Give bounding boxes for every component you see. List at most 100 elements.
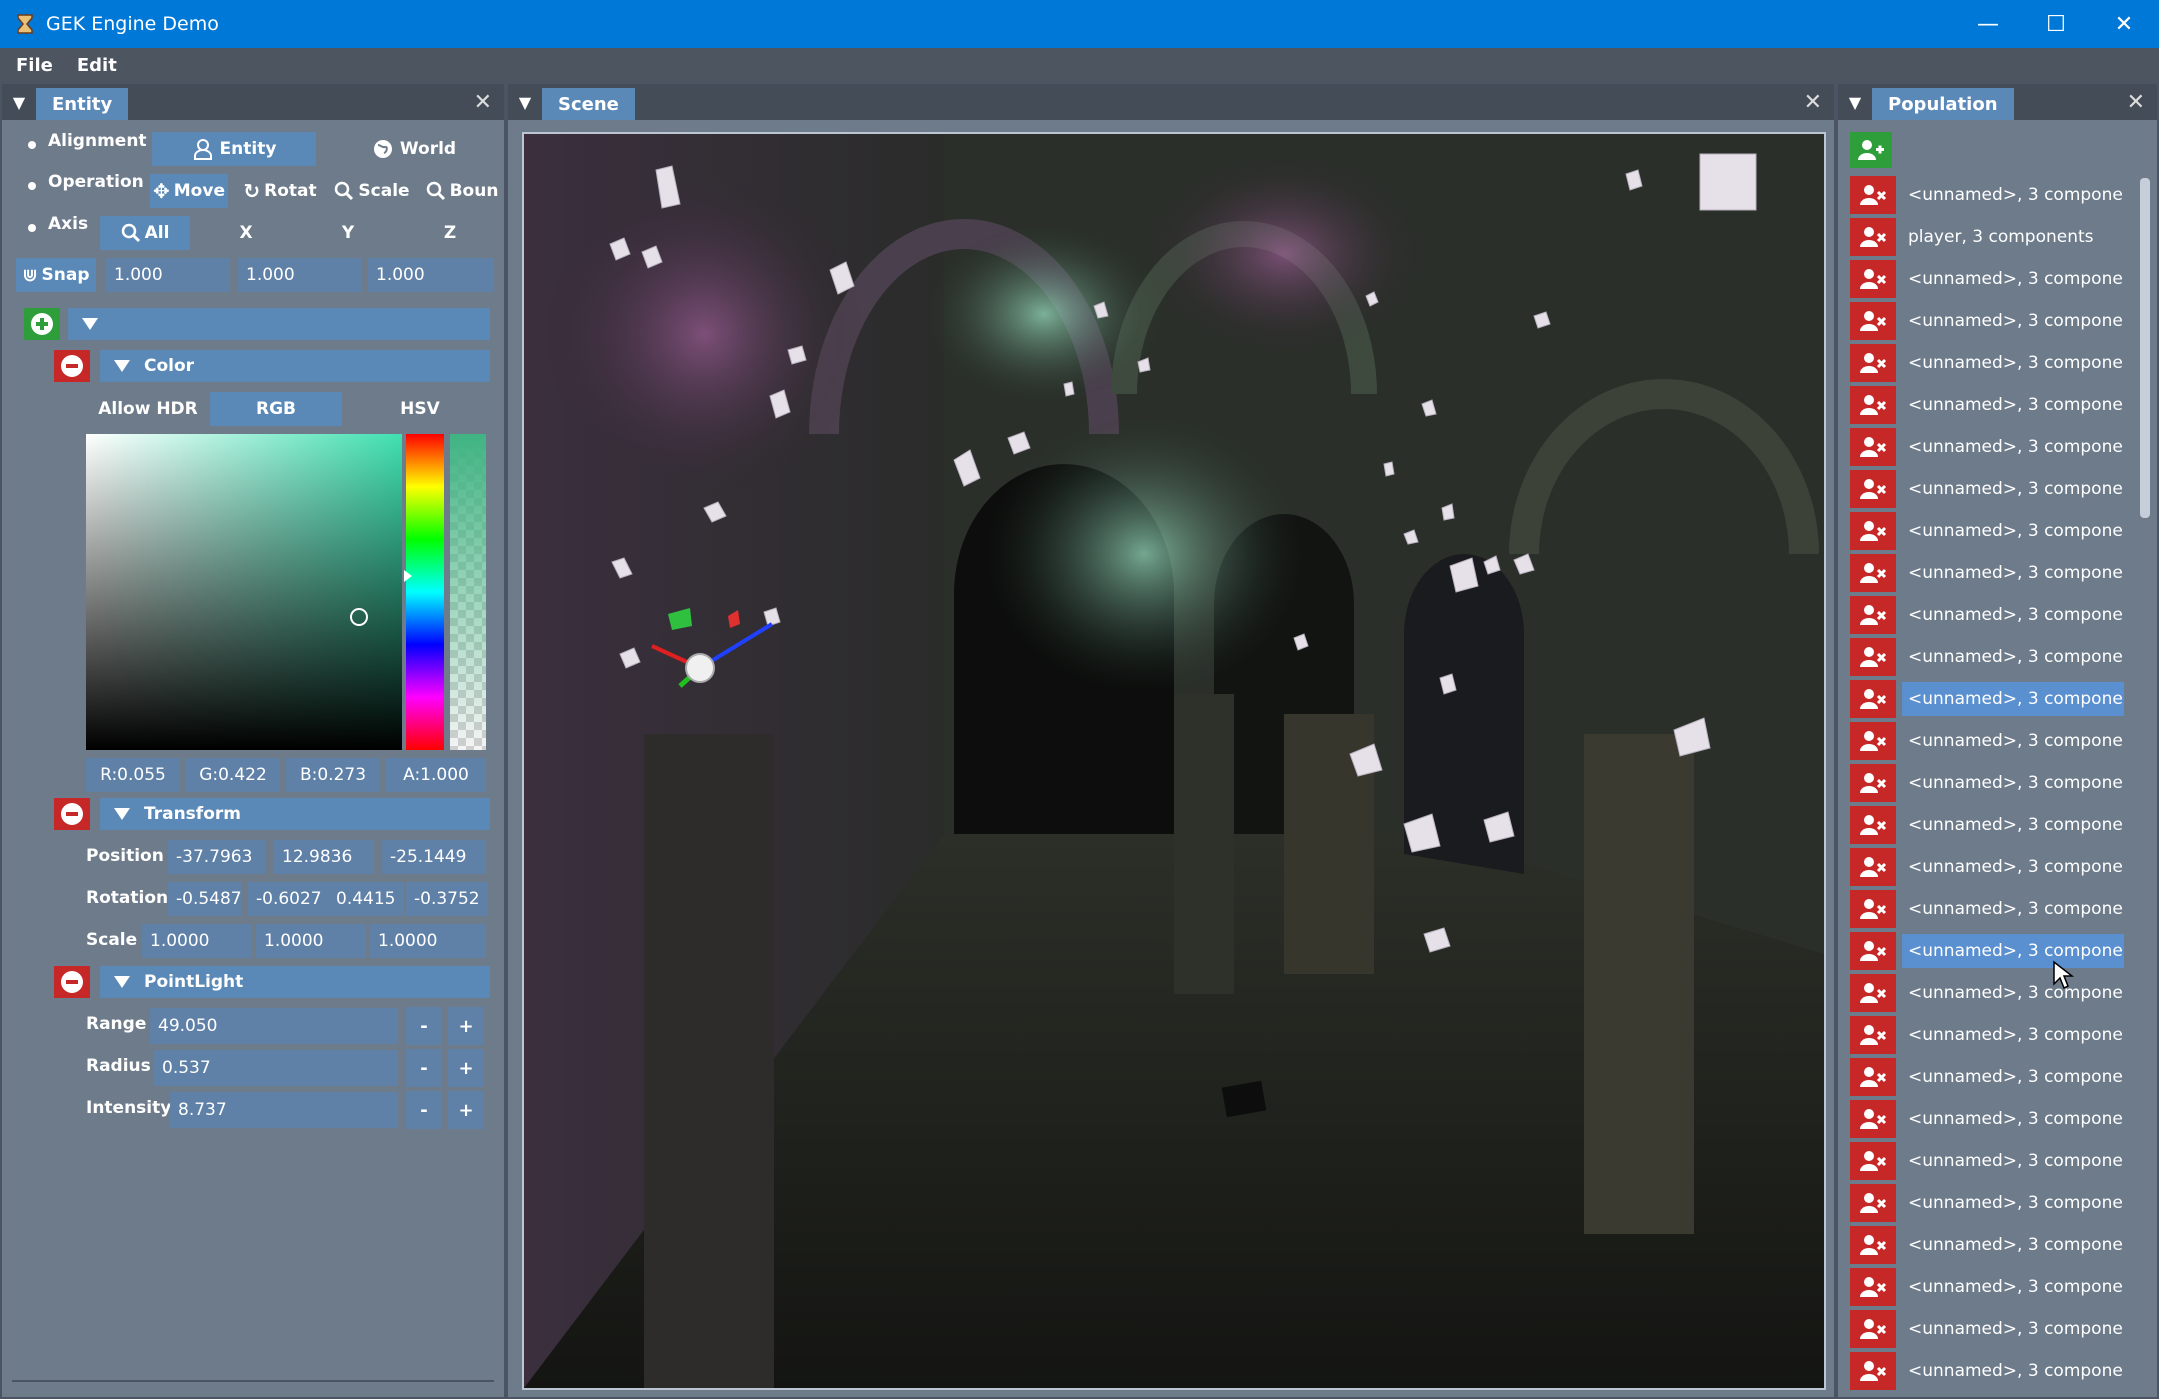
remove-user-icon[interactable]: [1850, 1310, 1896, 1348]
remove-user-icon[interactable]: [1850, 764, 1896, 802]
remove-user-icon[interactable]: [1850, 806, 1896, 844]
radius-increment-button[interactable]: +: [448, 1049, 484, 1087]
color-header[interactable]: Color: [100, 350, 490, 382]
remove-user-icon[interactable]: [1850, 512, 1896, 550]
entity-list-item[interactable]: <unnamed>, 3 components: [1850, 764, 2132, 802]
intensity-input[interactable]: 8.737: [170, 1092, 398, 1128]
rotation-x-input[interactable]: -0.5487: [168, 882, 242, 916]
menu-edit[interactable]: Edit: [77, 55, 117, 76]
remove-user-icon[interactable]: [1850, 890, 1896, 928]
entity-list-item[interactable]: <unnamed>, 3 components: [1850, 554, 2132, 592]
remove-user-icon[interactable]: [1850, 1226, 1896, 1264]
remove-user-icon[interactable]: [1850, 218, 1896, 256]
color-a-value[interactable]: A:1.000: [386, 758, 486, 792]
remove-user-icon[interactable]: [1850, 1142, 1896, 1180]
snap-button[interactable]: ⋓ Snap: [16, 258, 96, 292]
color-picker-handle[interactable]: [350, 608, 368, 626]
rotation-w-input[interactable]: -0.3752: [406, 882, 488, 916]
scale-y-input[interactable]: 1.0000: [256, 924, 366, 958]
position-x-input[interactable]: -37.7963: [168, 840, 266, 874]
alignment-entity-button[interactable]: Entity: [152, 132, 316, 166]
entity-list-item[interactable]: <unnamed>, 3 components: [1850, 1142, 2132, 1180]
maximize-button[interactable]: ☐: [2022, 0, 2090, 48]
axis-z-button[interactable]: Z: [402, 216, 498, 250]
radius-input[interactable]: 0.537: [154, 1050, 398, 1086]
remove-user-icon[interactable]: [1850, 1016, 1896, 1054]
tab-entity[interactable]: Entity: [36, 88, 129, 120]
intensity-decrement-button[interactable]: -: [406, 1091, 442, 1129]
remove-user-icon[interactable]: [1850, 302, 1896, 340]
range-increment-button[interactable]: +: [448, 1007, 484, 1045]
axis-x-button[interactable]: X: [198, 216, 294, 250]
remove-user-icon[interactable]: [1850, 680, 1896, 718]
hue-slider[interactable]: [404, 434, 444, 750]
allow-hdr-toggle[interactable]: Allow HDR: [88, 392, 208, 426]
entity-list-item[interactable]: <unnamed>, 3 components: [1850, 596, 2132, 634]
alpha-slider[interactable]: [450, 434, 486, 750]
close-panel-icon[interactable]: ✕: [2127, 90, 2145, 115]
remove-user-icon[interactable]: [1850, 974, 1896, 1012]
close-button[interactable]: ✕: [2090, 0, 2158, 48]
entity-list-item[interactable]: <unnamed>, 3 components: [1850, 1016, 2132, 1054]
scale-x-input[interactable]: 1.0000: [142, 924, 252, 958]
tab-population[interactable]: Population: [1872, 88, 2014, 120]
color-mode-hsv[interactable]: HSV: [354, 392, 486, 426]
entity-list-item[interactable]: <unnamed>, 3 components: [1850, 932, 2132, 970]
list-scrollbar[interactable]: [2140, 178, 2150, 518]
remove-user-icon[interactable]: [1850, 470, 1896, 508]
panel-menu-icon[interactable]: ▼: [508, 93, 542, 112]
intensity-increment-button[interactable]: +: [448, 1091, 484, 1129]
snap-y-input[interactable]: 1.000: [238, 258, 362, 292]
remove-user-icon[interactable]: [1850, 1352, 1896, 1390]
tab-scene[interactable]: Scene: [542, 88, 635, 120]
add-component-button[interactable]: [24, 308, 60, 340]
snap-x-input[interactable]: 1.000: [106, 258, 230, 292]
pointlight-header[interactable]: PointLight: [100, 966, 490, 998]
close-panel-icon[interactable]: ✕: [474, 90, 492, 115]
entity-list-item[interactable]: <unnamed>, 3 components: [1850, 680, 2132, 718]
remove-user-icon[interactable]: [1850, 344, 1896, 382]
entity-list-item[interactable]: <unnamed>, 3 components: [1850, 1352, 2132, 1390]
color-r-value[interactable]: R:0.055: [86, 758, 180, 792]
entity-list-item[interactable]: <unnamed>, 3 components: [1850, 848, 2132, 886]
entity-list-item[interactable]: <unnamed>, 3 components: [1850, 806, 2132, 844]
scene-viewport[interactable]: [522, 132, 1826, 1390]
remove-user-icon[interactable]: [1850, 1268, 1896, 1306]
scene-render[interactable]: [524, 134, 1824, 1388]
panel-menu-icon[interactable]: ▼: [2, 93, 36, 112]
component-combo[interactable]: [68, 308, 490, 340]
entity-list-item[interactable]: <unnamed>, 3 components: [1850, 176, 2132, 214]
entity-list-item[interactable]: <unnamed>, 3 components: [1850, 1226, 2132, 1264]
snap-z-input[interactable]: 1.000: [368, 258, 494, 292]
entity-list-item[interactable]: <unnamed>, 3 components: [1850, 344, 2132, 382]
remove-user-icon[interactable]: [1850, 638, 1896, 676]
position-z-input[interactable]: -25.1449: [382, 840, 486, 874]
entity-list-item[interactable]: <unnamed>, 3 components: [1850, 974, 2132, 1012]
remove-user-icon[interactable]: [1850, 1184, 1896, 1222]
entity-list-item[interactable]: <unnamed>, 3 components: [1850, 260, 2132, 298]
alignment-world-button[interactable]: World: [332, 132, 496, 166]
entity-list-item[interactable]: <unnamed>, 3 components: [1850, 722, 2132, 760]
color-mode-rgb[interactable]: RGB: [210, 392, 342, 426]
entity-list-item[interactable]: <unnamed>, 3 components: [1850, 386, 2132, 424]
entity-list-item[interactable]: <unnamed>, 3 components: [1850, 890, 2132, 928]
entity-list-item[interactable]: <unnamed>, 3 components: [1850, 1058, 2132, 1096]
remove-user-icon[interactable]: [1850, 554, 1896, 592]
entity-list-item[interactable]: <unnamed>, 3 components: [1850, 1268, 2132, 1306]
menu-file[interactable]: File: [16, 55, 53, 76]
remove-transform-button[interactable]: [54, 798, 90, 830]
entity-list-item[interactable]: <unnamed>, 3 components: [1850, 470, 2132, 508]
add-entity-button[interactable]: [1850, 132, 1892, 168]
saturation-value-picker[interactable]: [86, 434, 402, 750]
entity-list-item[interactable]: <unnamed>, 3 components: [1850, 428, 2132, 466]
entity-list-item[interactable]: player, 3 components: [1850, 218, 2132, 256]
color-g-value[interactable]: G:0.422: [186, 758, 280, 792]
remove-user-icon[interactable]: [1850, 722, 1896, 760]
rotation-z-input[interactable]: 0.4415: [328, 882, 404, 916]
entity-list-item[interactable]: <unnamed>, 3 components: [1850, 1100, 2132, 1138]
remove-user-icon[interactable]: [1850, 848, 1896, 886]
remove-user-icon[interactable]: [1850, 260, 1896, 298]
rotation-y-input[interactable]: -0.6027: [248, 882, 328, 916]
remove-user-icon[interactable]: [1850, 596, 1896, 634]
remove-user-icon[interactable]: [1850, 386, 1896, 424]
